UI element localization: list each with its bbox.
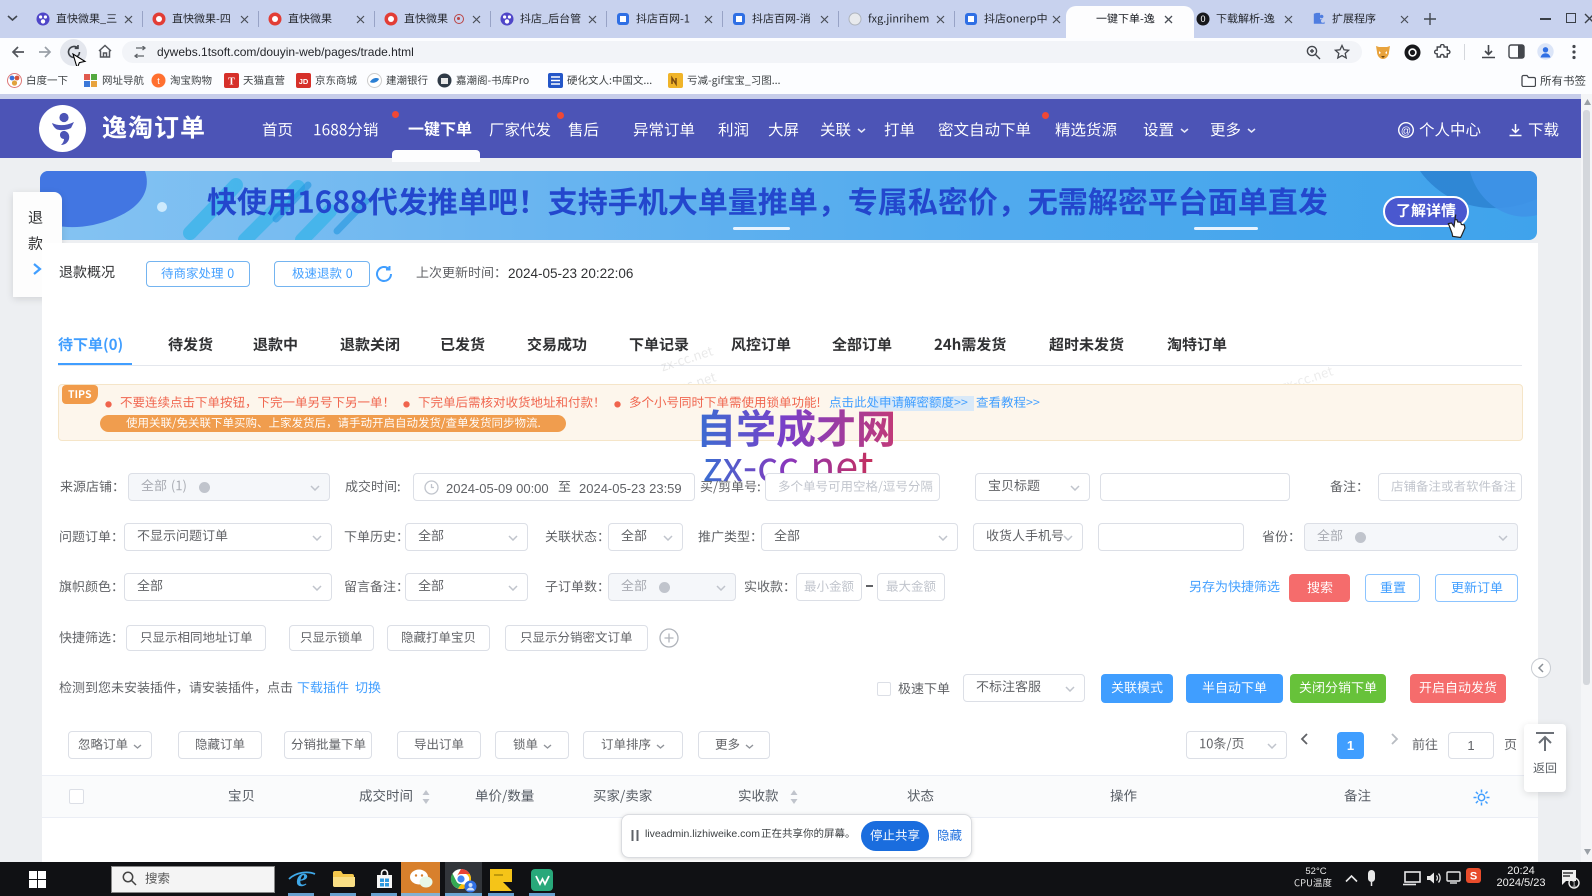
svg-text:JD: JD (299, 77, 309, 86)
svg-text:T: T (228, 77, 235, 88)
svg-text:0: 0 (1200, 14, 1205, 24)
svg-text:@: @ (1401, 126, 1411, 137)
svg-text:1: 1 (1572, 880, 1577, 889)
svg-text:S: S (1470, 871, 1477, 883)
